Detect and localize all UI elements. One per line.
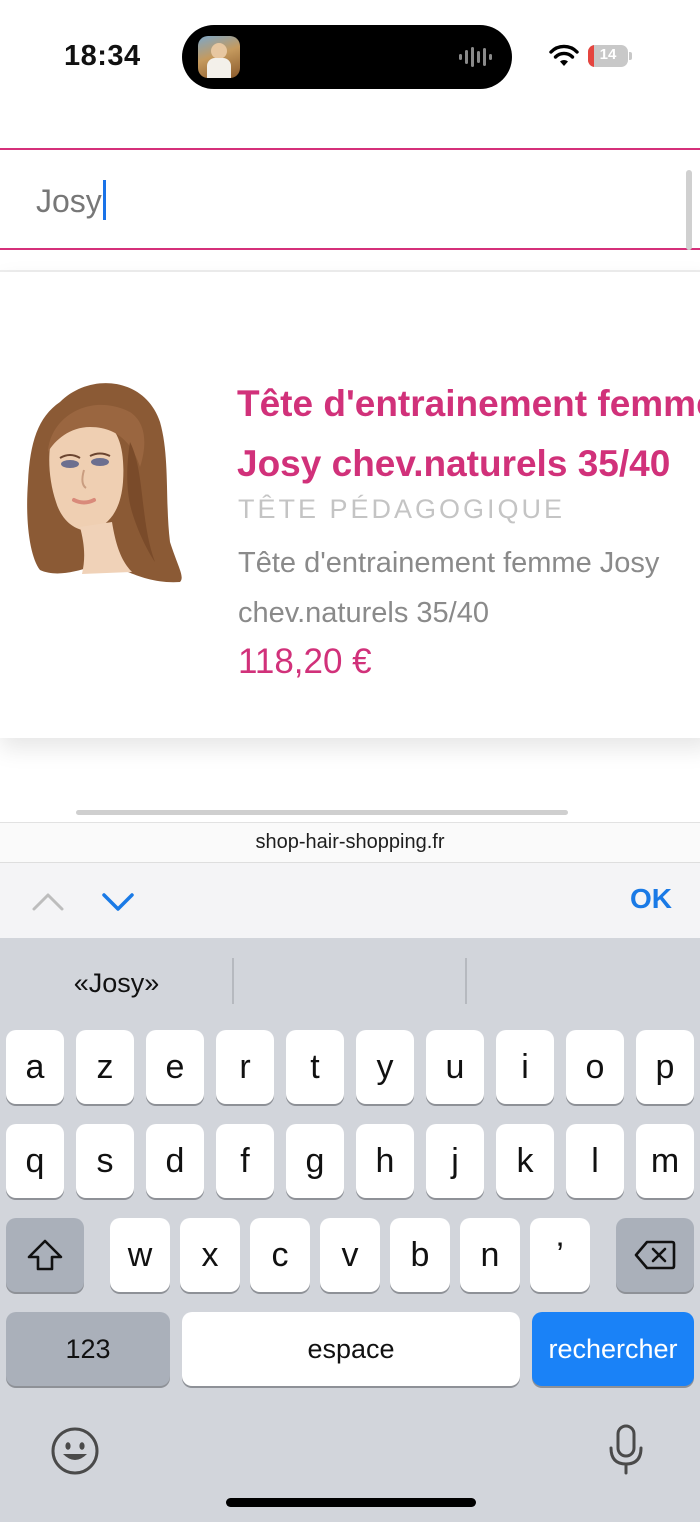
key-e[interactable]: e — [146, 1030, 204, 1104]
search-input-value: Josy — [36, 183, 102, 219]
horizontal-scrollbar[interactable] — [76, 810, 568, 815]
audio-waveform-icon — [459, 47, 492, 67]
status-time: 18:34 — [64, 40, 141, 72]
dynamic-island[interactable] — [182, 25, 512, 89]
space-key[interactable]: espace — [182, 1312, 520, 1386]
key-s[interactable]: s — [76, 1124, 134, 1198]
product-description-line2: chev.naturels 35/40 — [238, 597, 489, 629]
search-back-icon[interactable] — [0, 227, 3, 245]
battery-icon: 14 — [588, 45, 632, 67]
key-y[interactable]: y — [356, 1030, 414, 1104]
key-c[interactable]: c — [250, 1218, 310, 1292]
key-t[interactable]: t — [286, 1030, 344, 1104]
key-m[interactable]: m — [636, 1124, 694, 1198]
key-w[interactable]: w — [110, 1218, 170, 1292]
product-description-line1: Tête d'entrainement femme Josy — [238, 547, 660, 579]
key-g[interactable]: g — [286, 1124, 344, 1198]
previous-field-chevron-up-icon[interactable] — [28, 883, 68, 919]
shift-key[interactable] — [6, 1218, 84, 1292]
search-key[interactable]: rechercher — [532, 1312, 694, 1386]
key-p[interactable]: p — [636, 1030, 694, 1104]
home-indicator[interactable] — [226, 1498, 476, 1507]
key-h[interactable]: h — [356, 1124, 414, 1198]
address-bar[interactable]: shop-hair-shopping.fr — [0, 822, 700, 862]
product-image[interactable] — [20, 372, 190, 592]
shift-icon — [27, 1239, 63, 1271]
wifi-icon — [549, 44, 579, 66]
key-u[interactable]: u — [426, 1030, 484, 1104]
key-r[interactable]: r — [216, 1030, 274, 1104]
key-b[interactable]: b — [390, 1218, 450, 1292]
url-text: shop-hair-shopping.fr — [255, 831, 445, 853]
search-input[interactable]: Josy — [0, 148, 700, 250]
text-caret — [102, 180, 106, 220]
key-f[interactable]: f — [216, 1124, 274, 1198]
predictive-suggestion-bar: «Josy» — [0, 938, 700, 1026]
key-apostrophe[interactable]: ’ — [530, 1218, 590, 1292]
backspace-icon — [634, 1240, 676, 1270]
vertical-scrollbar[interactable] — [686, 170, 692, 250]
status-bar: 18:34 14 — [0, 0, 700, 112]
microphone-icon[interactable] — [606, 1424, 646, 1476]
key-k[interactable]: k — [496, 1124, 554, 1198]
key-z[interactable]: z — [76, 1030, 134, 1104]
key-a[interactable]: a — [6, 1030, 64, 1104]
ok-button[interactable]: OK — [630, 883, 672, 915]
product-title-line2: Josy chev.naturels 35/40 — [237, 443, 671, 484]
product-title-line1: Tête d'entrainement femme — [237, 383, 700, 424]
key-n[interactable]: n — [460, 1218, 520, 1292]
emoji-icon[interactable] — [50, 1426, 100, 1476]
keyboard: «Josy» a z e r t y u i o p q s d f g h j… — [0, 938, 700, 1522]
form-accessory-bar: OK — [0, 862, 700, 938]
suggestion-divider — [465, 958, 467, 1004]
product-price: 118,20 € — [238, 642, 372, 681]
key-v[interactable]: v — [320, 1218, 380, 1292]
numbers-key[interactable]: 123 — [6, 1312, 170, 1386]
key-x[interactable]: x — [180, 1218, 240, 1292]
web-content[interactable]: Josy Tête d'entrainement femme Josy chev… — [0, 112, 700, 822]
delete-key[interactable] — [616, 1218, 694, 1292]
key-i[interactable]: i — [496, 1030, 554, 1104]
key-l[interactable]: l — [566, 1124, 624, 1198]
suggestion-1[interactable]: «Josy» — [0, 968, 233, 999]
product-description: Tête d'entrainement femme Josy chev.natu… — [238, 538, 700, 638]
key-o[interactable]: o — [566, 1030, 624, 1104]
now-playing-thumbnail — [198, 36, 240, 78]
suggestion-divider — [232, 958, 234, 1004]
key-j[interactable]: j — [426, 1124, 484, 1198]
next-field-chevron-down-icon[interactable] — [98, 883, 138, 919]
key-d[interactable]: d — [146, 1124, 204, 1198]
product-title-link[interactable]: Tête d'entrainement femme Josy chev.natu… — [237, 374, 700, 494]
battery-level: 14 — [599, 46, 617, 63]
product-category: TÊTE PÉDAGOGIQUE — [238, 494, 566, 524]
key-q[interactable]: q — [6, 1124, 64, 1198]
search-result-card[interactable]: Tête d'entrainement femme Josy chev.natu… — [0, 272, 700, 738]
